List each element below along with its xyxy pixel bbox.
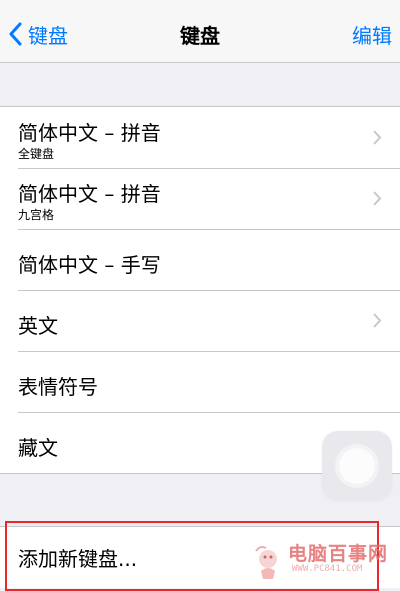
keyboard-item-pinyin-full[interactable]: 简体中文 – 拼音 全键盘 bbox=[0, 107, 400, 168]
keyboard-item-title: 简体中文 – 手写 bbox=[18, 253, 161, 277]
keyboard-item-title: 表情符号 bbox=[18, 375, 98, 399]
keyboard-item-subtitle: 九宫格 bbox=[18, 208, 55, 222]
page-title: 键盘 bbox=[180, 24, 220, 48]
edit-button[interactable]: 编辑 bbox=[352, 20, 392, 49]
keyboard-item-handwriting[interactable]: 简体中文 – 手写 bbox=[0, 229, 400, 290]
keyboard-item-subtitle: 全键盘 bbox=[18, 147, 55, 161]
keyboard-item-title: 英文 bbox=[18, 314, 58, 338]
keyboard-item-english[interactable]: 英文 bbox=[0, 290, 400, 351]
keyboard-list: 简体中文 – 拼音 全键盘 简体中文 – 拼音 九宫格 简体中文 – 手写 英文… bbox=[0, 106, 400, 474]
navigation-bar: 键盘 键盘 编辑 bbox=[0, 0, 400, 63]
add-keyboard-label: 添加新键盘... bbox=[18, 547, 138, 571]
keyboard-item-title: 藏文 bbox=[18, 436, 58, 460]
chevron-right-icon bbox=[372, 129, 382, 150]
assistive-touch-icon bbox=[339, 448, 375, 484]
keyboard-item-title: 简体中文 – 拼音 bbox=[18, 182, 161, 206]
add-keyboard-button[interactable]: 添加新键盘... bbox=[0, 526, 400, 588]
assistive-touch-button[interactable] bbox=[322, 431, 392, 501]
chevron-right-icon bbox=[372, 312, 382, 333]
keyboard-item-pinyin-9key[interactable]: 简体中文 – 拼音 九宫格 bbox=[0, 168, 400, 229]
keyboard-item-emoji[interactable]: 表情符号 bbox=[0, 351, 400, 412]
keyboard-item-title: 简体中文 – 拼音 bbox=[18, 121, 161, 145]
chevron-right-icon bbox=[372, 190, 382, 211]
